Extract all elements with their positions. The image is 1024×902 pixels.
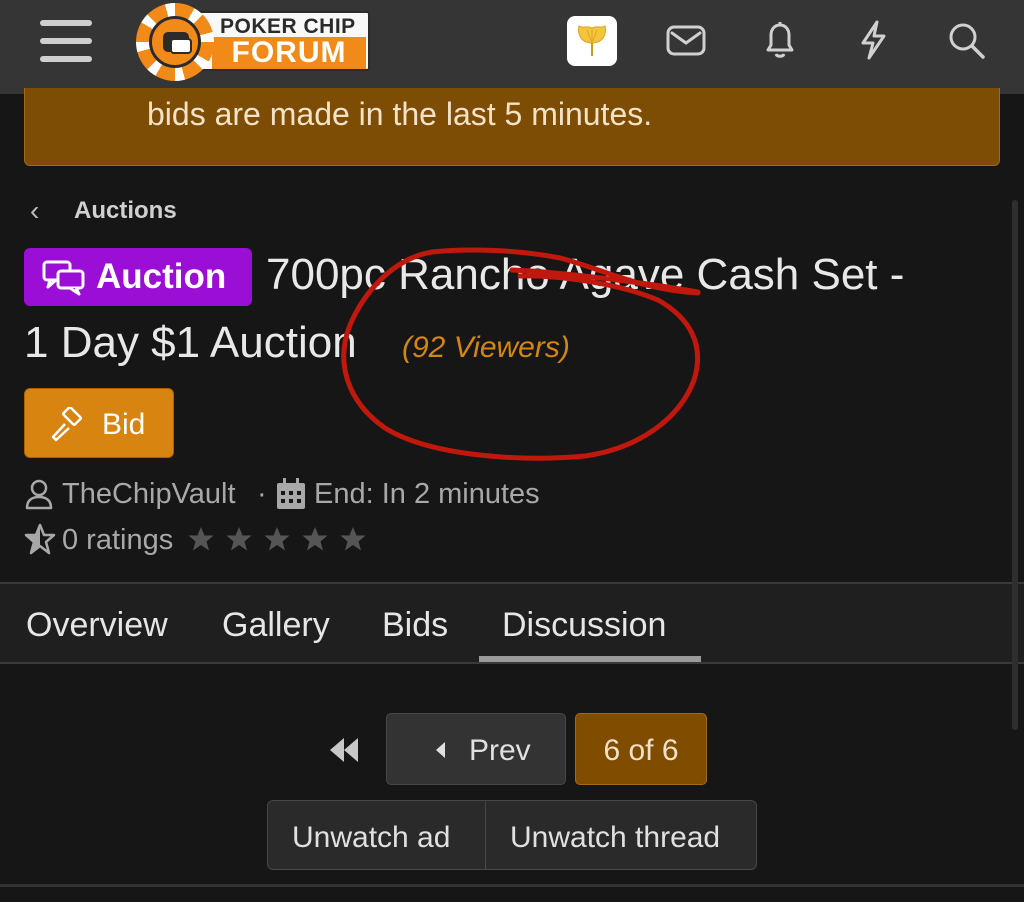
- chevron-left-icon: ‹: [30, 195, 40, 226]
- bid-button-label: Bid: [102, 408, 146, 441]
- active-tab-indicator: [479, 656, 701, 662]
- ratings-row: 0 ratings: [24, 522, 424, 558]
- top-bar: POKER CHIP FORUM: [0, 0, 1024, 94]
- thread-meta: TheChipVault · End: In 2 minutes: [24, 476, 644, 512]
- notice-text: bids are made in the last 5 minutes.: [147, 96, 653, 132]
- star-rating[interactable]: [188, 526, 378, 554]
- chat-bubbles-icon: [42, 260, 85, 296]
- unwatch-ad-button[interactable]: Unwatch ad: [292, 821, 450, 855]
- scrollbar[interactable]: [1012, 200, 1018, 730]
- caret-left-icon: [436, 742, 445, 758]
- divider: [0, 884, 1024, 887]
- star-half-icon: [24, 523, 56, 555]
- auction-notice: bids are made in the last 5 minutes.: [24, 88, 1000, 166]
- page-indicator[interactable]: 6 of 6: [575, 713, 707, 785]
- badge-label: Auction: [96, 257, 227, 296]
- user-icon: [25, 479, 53, 510]
- meta-separator: ·: [257, 478, 267, 510]
- mail-icon[interactable]: [666, 16, 706, 64]
- viewer-count: (92 Viewers): [402, 331, 570, 364]
- bolt-icon[interactable]: [853, 16, 893, 64]
- watch-button-group: Unwatch ad Unwatch thread: [267, 800, 757, 870]
- button-divider: [485, 801, 486, 869]
- avatar[interactable]: [567, 16, 617, 66]
- poker-chip-icon: [136, 3, 214, 81]
- calendar-icon: [277, 478, 305, 509]
- tab-gallery[interactable]: Gallery: [222, 606, 330, 645]
- thread-title-line2: 1 Day $1 Auction: [24, 318, 357, 367]
- end-time: End: In 2 minutes: [314, 478, 540, 510]
- bid-button[interactable]: Bid: [24, 388, 174, 458]
- logo-wordmark: POKER CHIP FORUM: [196, 11, 370, 71]
- ratings-count: 0 ratings: [62, 524, 174, 556]
- prev-label: Prev: [469, 734, 531, 767]
- gavel-icon: [51, 407, 83, 442]
- bell-icon[interactable]: [760, 16, 800, 64]
- auction-badge[interactable]: Auction: [24, 248, 252, 306]
- author-name[interactable]: TheChipVault: [62, 478, 236, 511]
- breadcrumb-auctions[interactable]: Auctions: [74, 196, 177, 226]
- tab-bids[interactable]: Bids: [382, 606, 448, 645]
- search-icon[interactable]: [946, 16, 986, 64]
- tab-discussion[interactable]: Discussion: [502, 606, 666, 645]
- page-label: 6 of 6: [603, 734, 679, 767]
- tab-overview[interactable]: Overview: [26, 606, 168, 645]
- logo-text-bottom: FORUM: [212, 37, 366, 69]
- site-logo[interactable]: POKER CHIP FORUM: [136, 3, 372, 81]
- unwatch-thread-button[interactable]: Unwatch thread: [510, 821, 720, 855]
- thread-tabs: Overview Gallery Bids Discussion: [0, 582, 1024, 664]
- thread-title-line1: 700pc Rancho Agave Cash Set -: [266, 250, 905, 299]
- menu-icon[interactable]: [40, 20, 92, 64]
- prev-page-button[interactable]: Prev: [386, 713, 566, 785]
- first-page-icon[interactable]: [322, 730, 366, 770]
